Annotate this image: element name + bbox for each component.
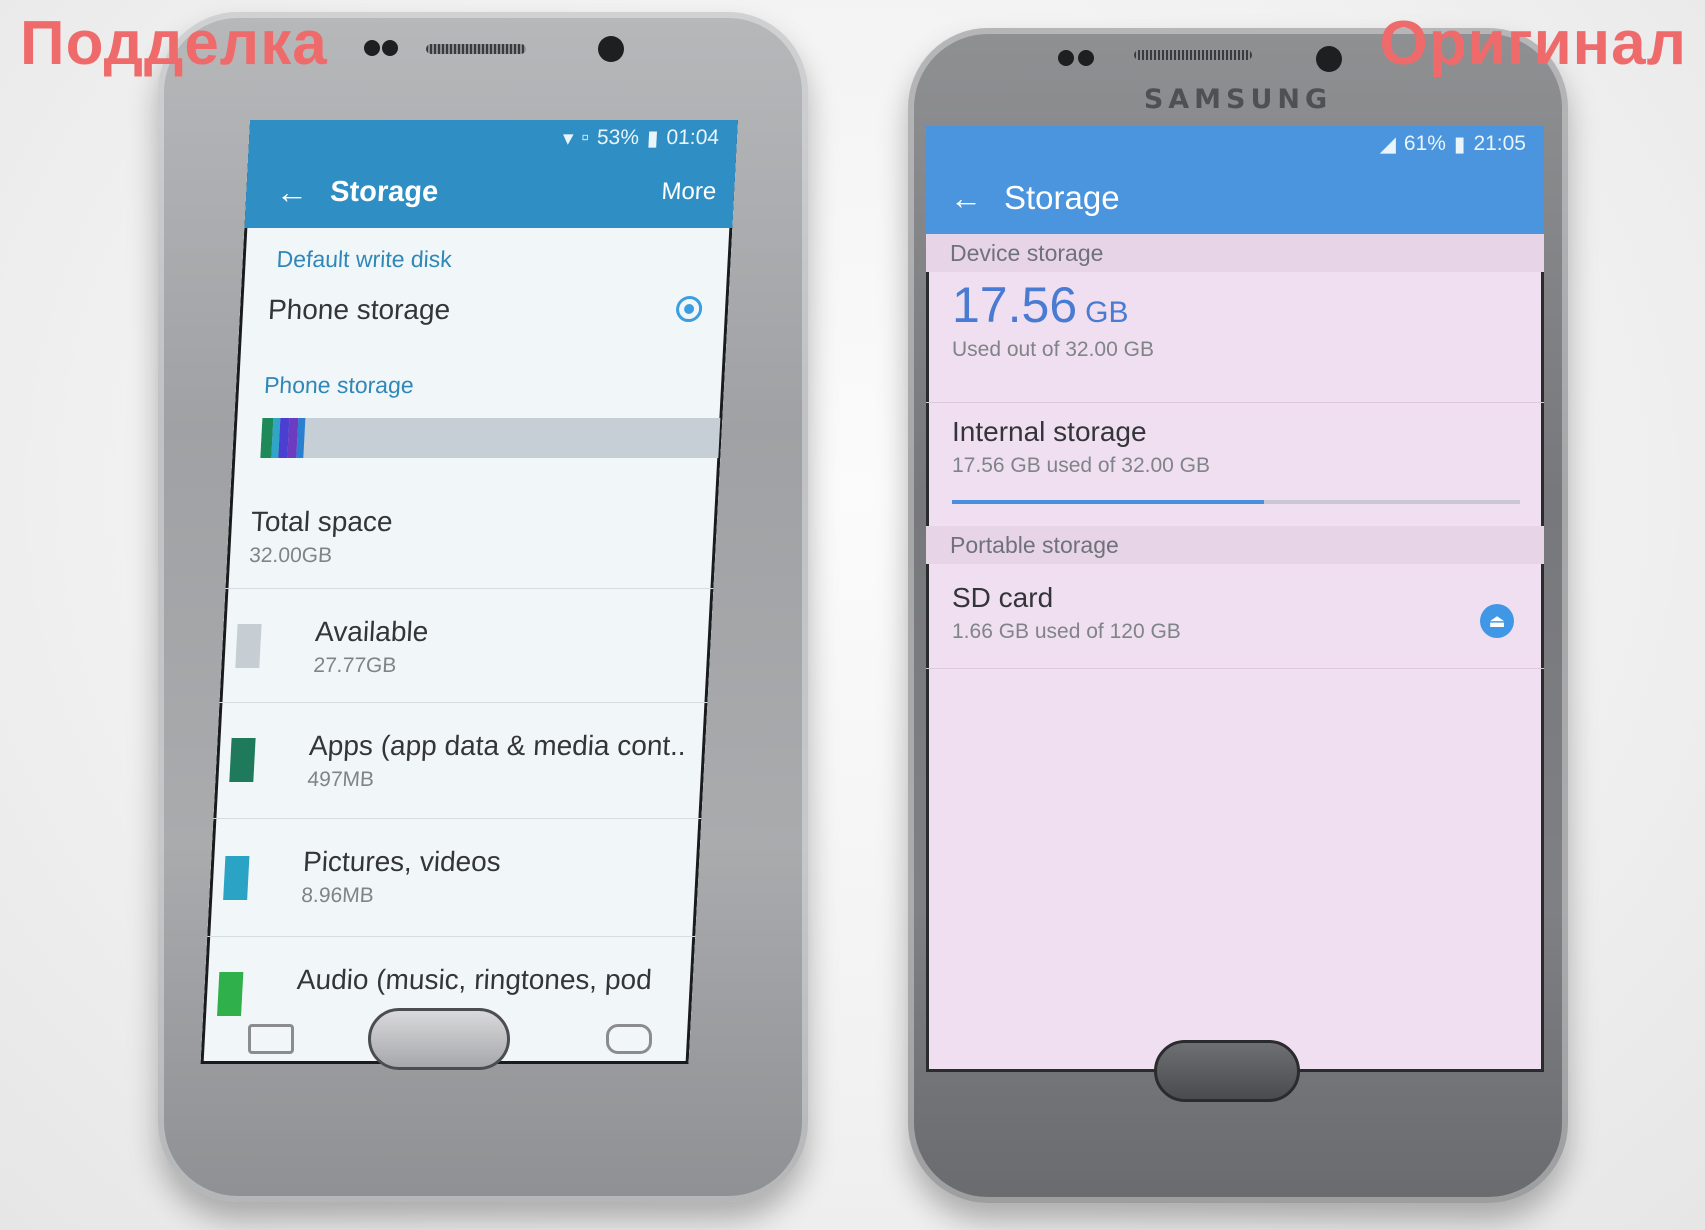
sd-card-sub: 1.66 GB used of 120 GB [952, 620, 1181, 643]
battery-icon: ▮ [646, 126, 660, 150]
back-key[interactable] [606, 1024, 652, 1054]
sim-icon: ▫ [580, 126, 590, 149]
fake-phone-screen: ▾ ▫ 53% ▮ 01:04 ← Storage More Default w… [200, 120, 739, 1064]
samsung-logo: SAMSUNG [1143, 84, 1333, 115]
list-item[interactable]: Pictures, videos 8.96MB [207, 820, 701, 936]
divider [219, 702, 708, 703]
sensor-dot [1078, 50, 1094, 66]
front-camera [1316, 46, 1342, 72]
fake-caption: Подделка [20, 9, 328, 78]
internal-storage-progress [952, 500, 1520, 504]
status-bar: ▾ ▫ 53% ▮ 01:04 [248, 120, 738, 156]
category-label: Audio (music, ringtones, pod [296, 964, 653, 995]
internal-storage-sub: 17.56 GB used of 32.00 GB [952, 454, 1211, 477]
earpiece-speaker [1134, 50, 1252, 60]
storage-usage-bar [260, 418, 721, 458]
sensor-dot [1058, 50, 1074, 66]
battery-icon: ▮ [1453, 132, 1466, 156]
page-title: Storage [329, 175, 440, 208]
category-value: 27.77GB [312, 654, 397, 677]
device-storage-band: Device storage [926, 234, 1544, 272]
more-button[interactable]: More [661, 178, 717, 206]
category-label: Available [314, 616, 430, 647]
wifi-icon: ▾ [562, 126, 575, 150]
fake-phone: ▾ ▫ 53% ▮ 01:04 ← Storage More Default w… [158, 12, 808, 1202]
app-bar: ← Storage [926, 162, 1544, 234]
used-value: 17.56 [952, 277, 1078, 333]
divider [213, 818, 702, 819]
internal-storage-row[interactable]: Internal storage 17.56 GB used of 32.00 … [926, 416, 1544, 478]
internal-storage-progress-fill [952, 500, 1264, 504]
signal-icon: ◢ [1379, 132, 1396, 156]
divider [225, 588, 714, 589]
category-swatch [223, 856, 250, 900]
battery-percent: 53% [596, 126, 640, 149]
eject-icon[interactable]: ⏏ [1480, 604, 1514, 638]
divider [207, 936, 696, 937]
original-caption: Оригинал [1379, 9, 1687, 78]
sd-card-row[interactable]: SD card 1.66 GB used of 120 GB [926, 582, 1544, 644]
used-unit: GB [1085, 296, 1129, 329]
recent-apps-key[interactable] [248, 1024, 294, 1054]
category-value: 497MB [306, 768, 375, 791]
portable-storage-band: Portable storage [926, 526, 1544, 564]
status-time: 01:04 [665, 126, 720, 149]
status-time: 21:05 [1473, 132, 1526, 155]
sensor-dot [382, 40, 398, 56]
battery-percent: 61% [1403, 132, 1446, 155]
status-bar: ◢ 61% ▮ 21:05 [926, 126, 1544, 162]
original-phone: SAMSUNG ◢ 61% ▮ 21:05 ← Storage Device s… [908, 28, 1568, 1203]
page-title: Storage [1004, 179, 1120, 216]
portable-storage-header: Portable storage [950, 532, 1119, 558]
back-arrow-icon[interactable]: ← [275, 174, 309, 211]
sensor-dot [364, 40, 380, 56]
category-swatch [217, 972, 244, 1016]
back-arrow-icon[interactable]: ← [950, 180, 982, 217]
earpiece-speaker [426, 44, 526, 54]
category-value: 8.96MB [300, 884, 375, 907]
home-button[interactable] [368, 1008, 510, 1070]
device-storage-header: Device storage [950, 240, 1104, 266]
total-space-value: 32.00GB [248, 544, 333, 567]
category-swatch [235, 624, 262, 668]
category-swatch [229, 738, 256, 782]
used-out-of: Used out of 32.00 GB [952, 338, 1154, 361]
phone-storage-header: Phone storage [263, 372, 415, 398]
usage-bar-segment [296, 418, 306, 458]
category-label: Pictures, videos [302, 846, 502, 877]
original-phone-screen: ◢ 61% ▮ 21:05 ← Storage Device storage 1… [926, 126, 1544, 1072]
phone-storage-option[interactable]: Phone storage [239, 294, 729, 326]
used-storage-summary: 17.56 GB Used out of 32.00 GB [926, 276, 1544, 362]
app-bar: ← Storage More [244, 156, 737, 228]
list-item[interactable]: Apps (app data & media cont.. 497MB [213, 704, 707, 818]
divider [926, 668, 1544, 669]
divider [926, 402, 1544, 403]
list-item[interactable]: Available 27.77GB [219, 590, 713, 702]
internal-storage-label: Internal storage [952, 416, 1147, 447]
front-camera [598, 36, 624, 62]
default-write-disk-header: Default write disk [276, 246, 453, 272]
home-button[interactable] [1154, 1040, 1300, 1102]
sd-card-label: SD card [952, 582, 1054, 613]
total-space-label: Total space [250, 506, 394, 537]
category-label: Apps (app data & media cont.. [308, 730, 687, 761]
total-space-row: Total space 32.00GB [227, 506, 718, 568]
